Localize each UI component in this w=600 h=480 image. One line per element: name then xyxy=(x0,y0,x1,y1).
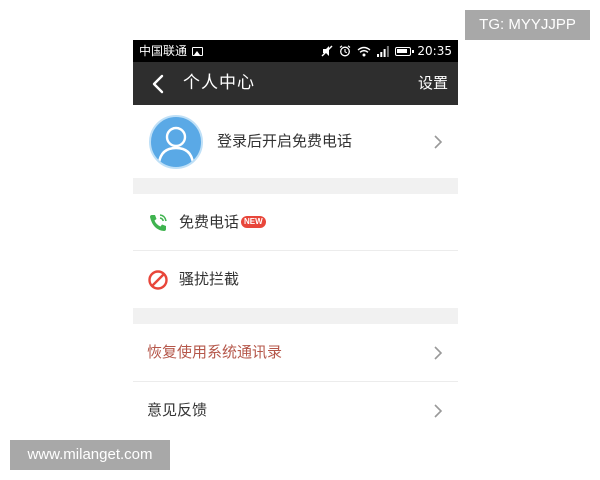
phone-screen: 中国联通 20:35 个人中心 设置 登录后开启免费电话 免费电话 NEW 骚扰… xyxy=(133,40,458,440)
chevron-left-icon xyxy=(152,74,164,94)
status-bar: 中国联通 20:35 xyxy=(133,40,458,62)
chevron-right-icon xyxy=(434,135,443,149)
block-icon xyxy=(148,270,168,290)
login-prompt: 登录后开启免费电话 xyxy=(217,132,353,150)
menu-item-label: 意见反馈 xyxy=(147,401,208,419)
menu-item-block[interactable]: 骚扰拦截 xyxy=(133,251,458,308)
nav-bar: 个人中心 设置 xyxy=(133,62,458,105)
wifi-icon xyxy=(357,46,371,56)
section-spacer xyxy=(133,178,458,194)
avatar-placeholder-icon xyxy=(157,126,195,164)
battery-icon xyxy=(395,46,415,56)
section-spacer xyxy=(133,308,458,324)
chevron-right-icon xyxy=(434,404,443,418)
mute-icon xyxy=(321,45,333,57)
menu-item-label: 骚扰拦截 xyxy=(179,270,240,288)
signal-strength-icon xyxy=(377,45,390,57)
watermark-top: TG: MYYJJPP xyxy=(465,10,590,40)
chevron-right-icon xyxy=(434,346,443,360)
settings-button[interactable]: 设置 xyxy=(418,62,448,105)
login-profile-row[interactable]: 登录后开启免费电话 xyxy=(133,105,458,178)
watermark-bottom: www.milanget.com xyxy=(10,440,170,470)
status-time: 20:35 xyxy=(417,44,452,58)
back-button[interactable] xyxy=(145,70,173,98)
menu-item-label: 免费电话 xyxy=(179,213,240,231)
alarm-clock-icon xyxy=(340,45,351,57)
menu-item-restore-contacts[interactable]: 恢复使用系统通讯录 xyxy=(133,324,458,381)
carrier-name: 中国联通 xyxy=(139,44,188,58)
menu-item-label: 恢复使用系统通讯录 xyxy=(147,343,283,361)
phone-icon xyxy=(150,214,167,231)
page-title: 个人中心 xyxy=(183,73,255,93)
new-badge: NEW xyxy=(241,216,266,228)
menu-item-feedback[interactable]: 意见反馈 xyxy=(133,382,458,439)
image-notification-icon xyxy=(192,46,204,56)
avatar xyxy=(149,115,203,169)
menu-item-free-call[interactable]: 免费电话 NEW xyxy=(133,194,458,251)
